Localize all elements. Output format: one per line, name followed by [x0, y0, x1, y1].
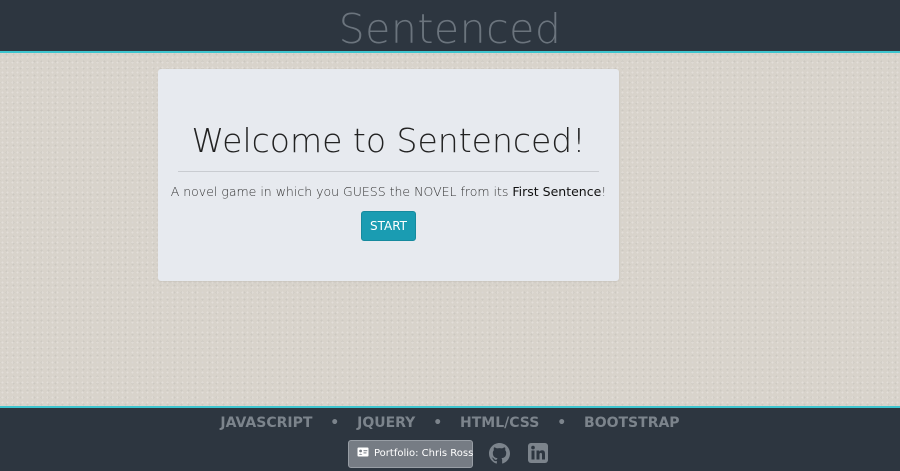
tech-item-jquery: JQUERY	[357, 415, 416, 431]
github-icon[interactable]	[489, 443, 510, 464]
portfolio-button[interactable]: Portfolio: Chris Ross	[348, 440, 473, 468]
tech-item-html-css: HTML/CSS	[460, 415, 540, 431]
id-card-icon	[357, 447, 369, 457]
header: Sentenced	[0, 0, 900, 53]
card-divider	[178, 171, 599, 172]
tech-separator: •	[557, 415, 567, 431]
tech-separator: •	[433, 415, 443, 431]
tech-list: JAVASCRIPT • JQUERY • HTML/CSS • BOOTSTR…	[0, 415, 900, 431]
tech-item-bootstrap: BOOTSTRAP	[584, 415, 680, 431]
linkedin-icon[interactable]	[528, 443, 548, 463]
portfolio-label: Portfolio: Chris Ross	[374, 448, 474, 459]
tech-item-javascript: JAVASCRIPT	[220, 415, 313, 431]
tech-separator: •	[330, 415, 340, 431]
welcome-title: Welcome to Sentenced!	[191, 121, 586, 160]
site-title: Sentenced	[338, 5, 562, 53]
description-emphasis: First Sentence	[512, 184, 602, 199]
description-text: A novel game in which you GUESS the NOVE…	[170, 184, 513, 199]
welcome-card: Welcome to Sentenced! A novel game in wh…	[158, 69, 619, 281]
description-end: !	[601, 184, 607, 199]
welcome-description: A novel game in which you GUESS the NOVE…	[158, 183, 619, 201]
start-button[interactable]: START	[361, 211, 416, 241]
footer: JAVASCRIPT • JQUERY • HTML/CSS • BOOTSTR…	[0, 406, 900, 471]
